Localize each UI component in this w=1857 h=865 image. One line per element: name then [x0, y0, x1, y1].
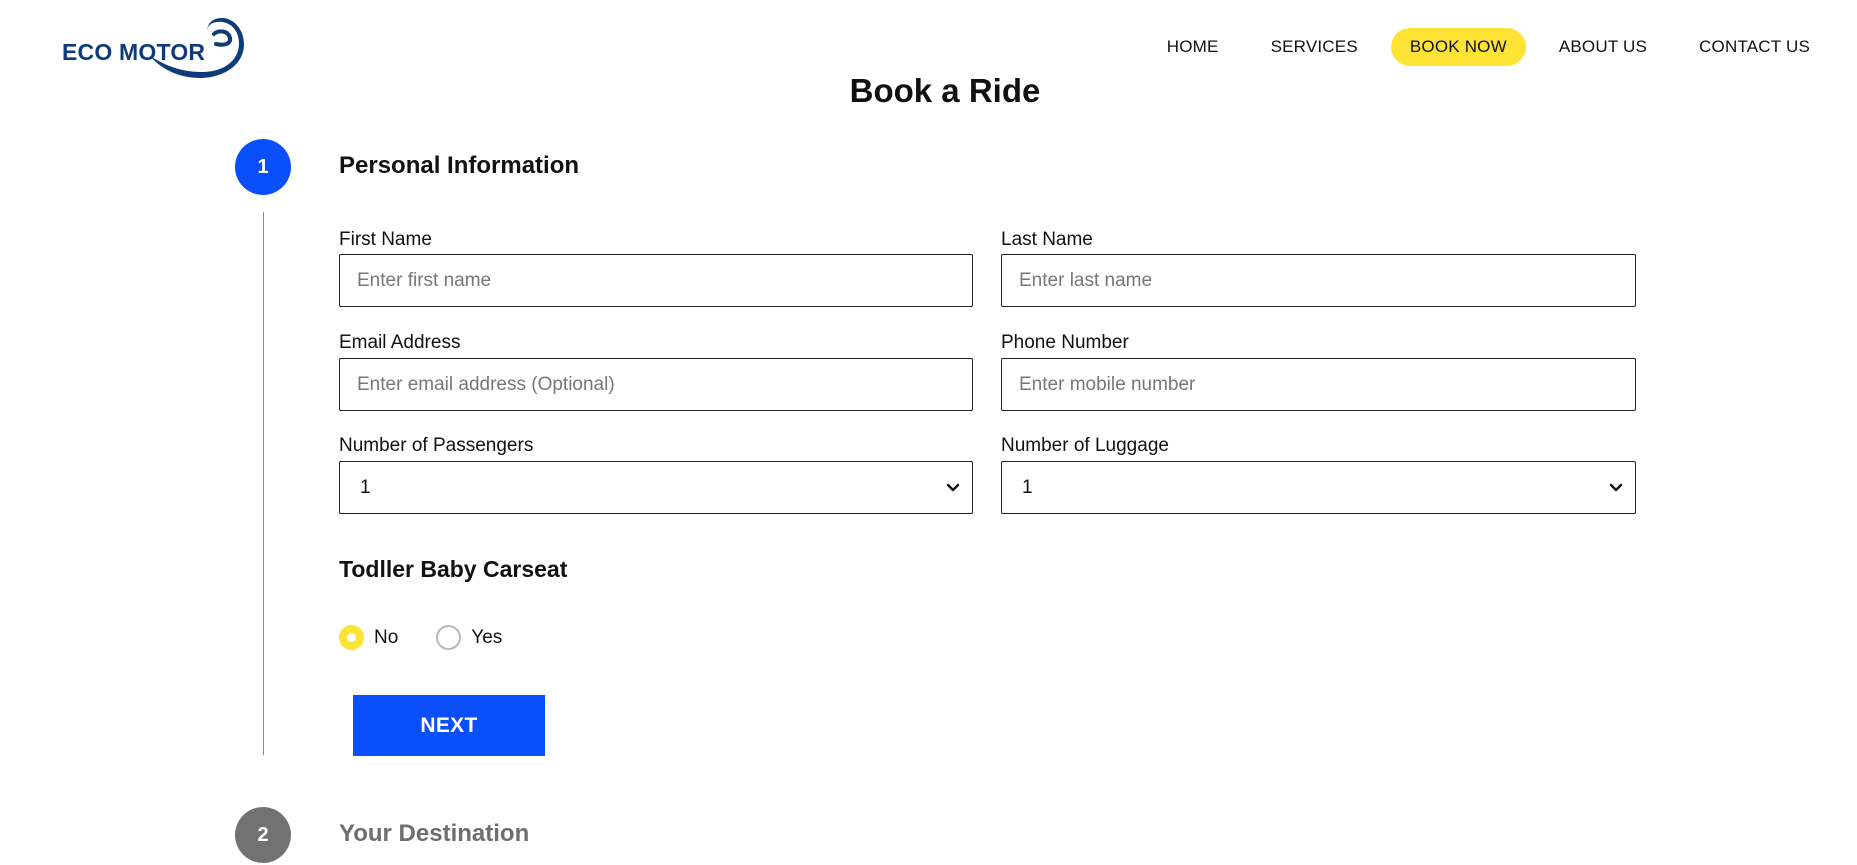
next-button[interactable]: NEXT	[353, 695, 545, 756]
nav-book-now[interactable]: BOOK NOW	[1390, 28, 1526, 66]
carseat-option-no[interactable]: No	[339, 625, 398, 650]
step-1-indicator: 1	[235, 139, 291, 195]
nav-about-us[interactable]: ABOUT US	[1540, 28, 1666, 66]
passengers-select[interactable]: 1	[339, 461, 973, 514]
luggage-selected-value: 1	[1022, 476, 1033, 498]
nav-contact-us[interactable]: CONTACT US	[1680, 28, 1829, 66]
phone-input[interactable]	[1001, 358, 1636, 411]
phone-label: Phone Number	[1001, 332, 1129, 353]
page-title: Book a Ride	[849, 72, 1041, 109]
radio-checked-icon[interactable]	[339, 625, 364, 650]
step-2-indicator: 2	[235, 807, 291, 863]
step-connector-line	[263, 212, 264, 755]
nav-home[interactable]: HOME	[1148, 28, 1238, 66]
luggage-select[interactable]: 1	[1001, 461, 1636, 514]
carseat-heading: Todller Baby Carseat	[339, 556, 568, 582]
last-name-label: Last Name	[1001, 229, 1093, 250]
nav-services[interactable]: SERVICES	[1252, 28, 1377, 66]
passengers-selected-value: 1	[360, 476, 371, 498]
step-2-title: Your Destination	[339, 820, 530, 847]
step-1-title: Personal Information	[339, 152, 580, 179]
carseat-radio-group: No Yes	[339, 625, 540, 650]
logo-wordmark: ECO MOTOR	[62, 39, 206, 65]
last-name-input[interactable]	[1001, 254, 1636, 307]
luggage-label: Number of Luggage	[1001, 435, 1169, 456]
first-name-input[interactable]	[339, 254, 973, 307]
chevron-down-icon	[1609, 483, 1623, 491]
carseat-option-yes[interactable]: Yes	[436, 625, 502, 650]
first-name-label: First Name	[339, 229, 432, 250]
main-nav: HOME SERVICES BOOK NOW ABOUT US CONTACT …	[1134, 28, 1829, 66]
carseat-option-yes-label: Yes	[471, 626, 503, 648]
carseat-option-no-label: No	[374, 626, 399, 648]
passengers-label: Number of Passengers	[339, 435, 534, 456]
email-input[interactable]	[339, 358, 973, 411]
email-label: Email Address	[339, 332, 461, 353]
radio-unchecked-icon[interactable]	[436, 625, 462, 650]
chevron-down-icon	[946, 483, 960, 491]
